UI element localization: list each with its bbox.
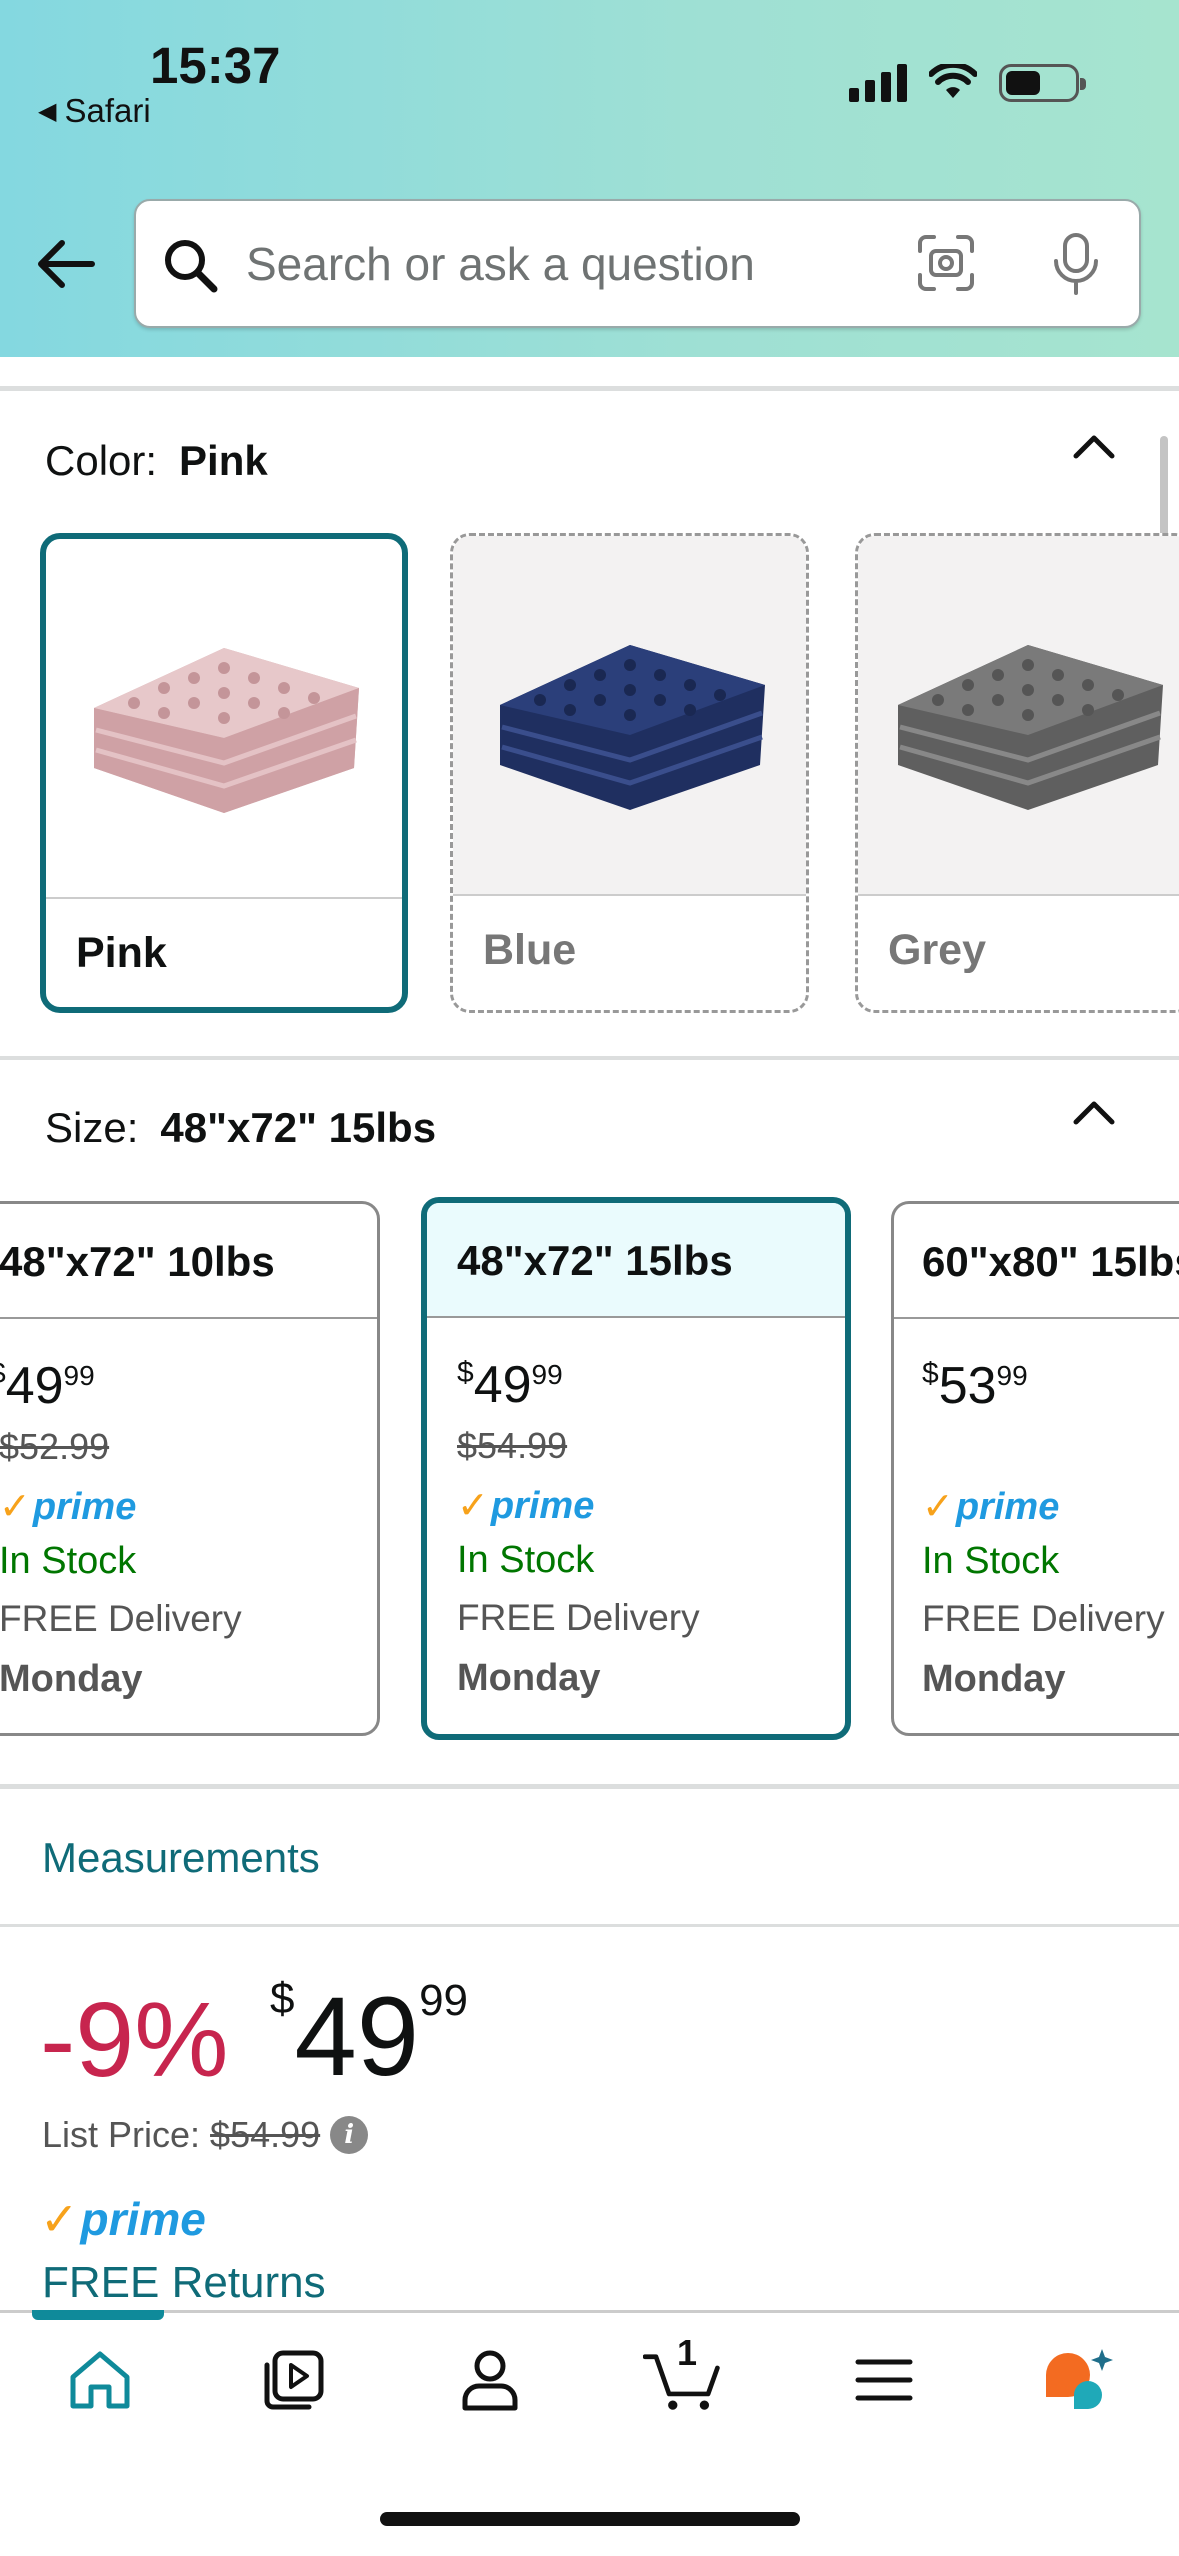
section-divider <box>0 1056 1179 1060</box>
size-option-stock: In Stock <box>922 1540 1060 1582</box>
prime-logo: ✓ prime <box>922 1486 1060 1528</box>
back-to-app-link[interactable]: ◀ Safari <box>38 92 151 130</box>
size-option-delivery: FREE Delivery <box>922 1598 1165 1639</box>
battery-icon <box>999 64 1086 102</box>
section-divider <box>0 1784 1179 1789</box>
color-selected-value: Pink <box>179 437 268 484</box>
section-divider <box>0 1924 1179 1927</box>
size-option-delivery-day: Monday <box>922 1658 1066 1700</box>
tab-menu[interactable] <box>844 2340 924 2420</box>
size-option-label: 48"x72" 10lbs <box>0 1238 275 1285</box>
size-option-price: $4999 <box>0 1357 95 1415</box>
microphone-icon[interactable] <box>1048 231 1104 297</box>
size-option-card-selected[interactable]: 48"x72" 15lbs $4999 $54.99 ✓ prime In Sto… <box>421 1197 851 1740</box>
prime-logo: ✓ prime <box>0 1486 137 1528</box>
list-price-value: $54.99 <box>210 2114 321 2155</box>
size-option-delivery-day: Monday <box>457 1657 601 1699</box>
blue-blanket-image <box>453 536 806 894</box>
account-icon <box>462 2350 518 2411</box>
home-icon <box>70 2351 130 2409</box>
collapse-color-chevron-icon[interactable] <box>1070 424 1118 472</box>
color-option-grey[interactable]: Grey <box>855 533 1179 1013</box>
color-option-label: Grey <box>888 926 987 974</box>
scrollbar[interactable] <box>1160 436 1168 546</box>
list-price-label: List Price: <box>42 2114 201 2155</box>
back-app-label: Safari <box>64 92 151 129</box>
info-icon[interactable]: i <box>330 2116 369 2154</box>
list-price: List Price: $54.99 i <box>42 2114 369 2156</box>
back-triangle-icon: ◀ <box>38 97 57 125</box>
pink-blanket-image <box>46 539 402 897</box>
active-tab-indicator <box>32 2310 164 2320</box>
size-label: Size: <box>45 1104 139 1151</box>
search-bar[interactable] <box>134 199 1141 328</box>
prime-logo: ✓ prime <box>40 2193 206 2245</box>
cellular-signal-icon <box>849 64 907 102</box>
size-option-delivery-day: Monday <box>0 1658 143 1700</box>
size-option-price: $4999 <box>457 1356 563 1414</box>
color-label: Color: <box>45 437 158 484</box>
size-option-stock: In Stock <box>0 1540 137 1582</box>
back-arrow-button[interactable] <box>30 228 102 300</box>
size-option-delivery: FREE Delivery <box>0 1598 242 1639</box>
status-time: 15:37 <box>150 37 281 94</box>
search-input[interactable] <box>246 229 886 299</box>
ai-assistant-icon <box>1046 2349 1113 2409</box>
color-heading: Color: Pink <box>45 437 268 485</box>
cart-count-badge: 1 <box>677 2332 698 2373</box>
color-option-label: Blue <box>483 926 577 974</box>
camera-scan-icon[interactable] <box>916 233 976 293</box>
size-option-was-price: $52.99 <box>0 1426 110 1467</box>
color-option-label: Pink <box>76 929 167 977</box>
size-option-delivery: FREE Delivery <box>457 1597 700 1638</box>
video-library-icon <box>264 2350 324 2410</box>
search-icon <box>165 240 218 293</box>
current-price: $4999 <box>270 1974 469 2099</box>
size-option-label: 48"x72" 15lbs <box>457 1237 733 1284</box>
menu-icon <box>855 2359 913 2401</box>
measurements-link[interactable]: Measurements <box>42 1834 320 1882</box>
size-option-price: $5399 <box>922 1357 1028 1415</box>
size-option-was-price: $54.99 <box>457 1425 568 1466</box>
header: 15:37 ◀ Safari <box>0 0 1179 357</box>
color-option-pink[interactable]: Pink <box>40 533 408 1013</box>
size-selected-value: 48"x72" 15lbs <box>160 1104 437 1151</box>
status-icons <box>849 64 1086 102</box>
grey-blanket-image <box>858 536 1179 894</box>
tab-account[interactable] <box>450 2340 530 2420</box>
size-option-card[interactable]: 60"x80" 15lbs $5399 ✓ prime In Stock FREE… <box>891 1201 1179 1736</box>
back-arrow-icon <box>38 240 95 288</box>
section-divider <box>0 386 1179 391</box>
wifi-icon <box>929 64 977 98</box>
prime-logo: ✓ prime <box>457 1485 595 1527</box>
tab-home[interactable] <box>60 2340 140 2420</box>
size-option-label: 60"x80" 15lbs <box>922 1238 1179 1285</box>
free-returns-link[interactable]: FREE Returns <box>42 2258 326 2308</box>
home-indicator[interactable] <box>380 2512 800 2526</box>
collapse-size-chevron-icon[interactable] <box>1070 1090 1118 1138</box>
size-option-card[interactable]: 48"x72" 10lbs $4999 $52.99 ✓prime In Sto… <box>0 1201 380 1736</box>
size-option-stock: In Stock <box>457 1539 595 1581</box>
tab-video[interactable] <box>254 2340 334 2420</box>
color-option-blue[interactable]: Blue <box>450 533 809 1013</box>
size-heading: Size: 48"x72" 15lbs <box>45 1104 436 1152</box>
discount-percent: -9% <box>40 1981 229 2099</box>
tab-rufus-assistant[interactable] <box>1038 2340 1118 2420</box>
tab-cart[interactable]: 1 <box>643 2332 723 2420</box>
